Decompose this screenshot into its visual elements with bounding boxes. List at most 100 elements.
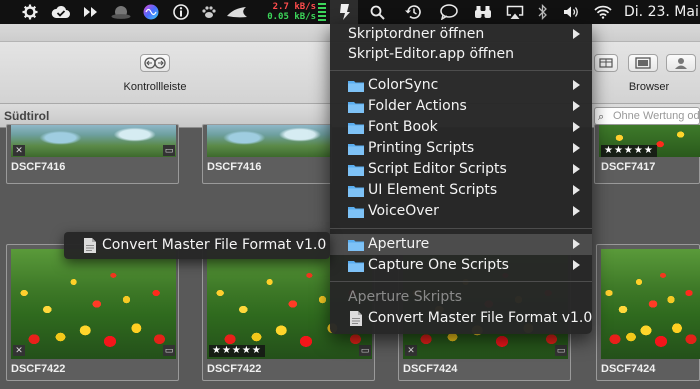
grid-view-icon: [599, 58, 613, 68]
reject-icon: ✕: [405, 345, 417, 356]
binoculars-icon[interactable]: [470, 0, 496, 24]
menu-separator: [330, 281, 592, 282]
menu-item-voiceover[interactable]: VoiceOver: [330, 201, 592, 222]
menu-separator: [330, 228, 592, 229]
time-machine-icon[interactable]: [400, 0, 426, 24]
folder-icon: [348, 240, 364, 251]
kontrollleiste-button[interactable]: [140, 54, 170, 72]
submenu-arrow-icon: [573, 260, 580, 270]
menu-item-colorsync[interactable]: ColorSync: [330, 75, 592, 96]
menu-item-label: Script Editor Scripts: [368, 161, 507, 177]
volume-icon[interactable]: [560, 0, 584, 24]
folder-icon: [348, 261, 364, 272]
thumbnail-caption: DSCF7416: [207, 161, 262, 173]
network-monitor[interactable]: 2.7 kB/s 0.05 kB/s: [262, 2, 316, 22]
people-button[interactable]: [666, 54, 696, 72]
thumbnail[interactable]: DSCF7416: [202, 124, 332, 184]
folder-icon: [348, 123, 364, 134]
folder-icon: [348, 144, 364, 155]
menu-item-printing-scripts[interactable]: Printing Scripts: [330, 138, 592, 159]
menu-item-open-script-editor[interactable]: Skript-Editor.app öffnen: [330, 44, 592, 65]
menu-item-aperture[interactable]: Aperture: [330, 234, 592, 255]
folder-icon: [348, 186, 364, 197]
reject-icon: ✕: [13, 145, 25, 156]
menu-item-ui-element-scripts[interactable]: UI Element Scripts: [330, 180, 592, 201]
wifi-icon[interactable]: [590, 0, 616, 24]
bluetooth-icon[interactable]: [532, 0, 554, 24]
search-icon[interactable]: [364, 0, 390, 24]
menu-item-label: Convert Master File Format v1.0: [368, 310, 593, 326]
thumbnail[interactable]: ✕ ▭ DSCF7422: [6, 244, 179, 381]
script-document-icon: [84, 238, 96, 253]
submenu-arrow-icon: [573, 29, 580, 39]
script-document-icon: [350, 311, 362, 326]
submenu-item-label: Convert Master File Format v1.0: [102, 237, 327, 253]
menu-item-label: Font Book: [368, 119, 438, 135]
aperture-submenu: Convert Master File Format v1.0: [64, 232, 330, 259]
thumbnail[interactable]: ★★★★★ DSCF7417: [594, 124, 700, 184]
thumbnail[interactable]: DSCF7424: [596, 244, 700, 381]
submenu-arrow-icon: [573, 122, 580, 132]
menu-item-label: Aperture: [368, 236, 430, 252]
menu-item-script-editor-scripts[interactable]: Script Editor Scripts: [330, 159, 592, 180]
submenu-arrow-icon: [573, 80, 580, 90]
reject-icon: ✕: [13, 345, 25, 356]
menu-item-label: Folder Actions: [368, 98, 467, 114]
adjust-icon: ▭: [555, 345, 567, 356]
menu-item-label: Skriptordner öffnen: [348, 26, 485, 42]
net-download: 0.05 kB/s: [267, 12, 316, 22]
photo-image: [601, 249, 700, 359]
thumbnail-caption: DSCF7424: [403, 363, 458, 375]
submenu-arrow-icon: [573, 185, 580, 195]
menu-item-folder-actions[interactable]: Folder Actions: [330, 96, 592, 117]
paw-icon[interactable]: [198, 0, 220, 24]
person-icon: [675, 58, 687, 69]
script-menu: Skriptordner öffnen Skript-Editor.app öf…: [330, 24, 592, 334]
photo-image: [207, 125, 331, 157]
siri-icon[interactable]: [140, 0, 162, 24]
back-forward-icon: [144, 57, 166, 69]
cpu-meter-icon[interactable]: [316, 0, 328, 24]
thumbnail-caption: DSCF7422: [207, 363, 262, 375]
kontrollleiste-label: Kontrollleiste: [123, 81, 187, 93]
sleep-icon[interactable]: [224, 0, 250, 24]
folder-icon: [348, 207, 364, 218]
thumbnail[interactable]: ✕ ▭ DSCF7416: [6, 124, 179, 184]
clock[interactable]: Di. 23. Mai: [624, 0, 699, 24]
view-viewer-button[interactable]: [628, 54, 658, 72]
menu-item-font-book[interactable]: Font Book: [330, 117, 592, 138]
menu-item-label: Capture One Scripts: [368, 257, 509, 273]
thumbnail-caption: DSCF7422: [11, 363, 66, 375]
adjust-icon: ▭: [163, 345, 175, 356]
breadcrumb[interactable]: Südtirol: [4, 109, 49, 123]
filter-search-field[interactable]: ⌕ Ohne Wertung oder: [594, 107, 700, 125]
submenu-arrow-icon: [573, 239, 580, 249]
cloud-check-icon[interactable]: [48, 0, 74, 24]
menu-item-convert-master-file-format[interactable]: Convert Master File Format v1.0: [330, 308, 592, 329]
bowler-hat-icon[interactable]: [108, 0, 134, 24]
double-chevron-icon[interactable]: [80, 0, 102, 24]
menu-section-header: Aperture Skripts: [348, 289, 463, 305]
message-icon[interactable]: [436, 0, 462, 24]
photo-image: [11, 249, 176, 359]
submenu-arrow-icon: [573, 206, 580, 216]
folder-icon: [348, 102, 364, 113]
airplay-icon[interactable]: [502, 0, 528, 24]
info-icon[interactable]: [170, 0, 192, 24]
submenu-arrow-icon: [573, 143, 580, 153]
script-icon[interactable]: [330, 0, 358, 24]
browser-label: Browser: [628, 81, 670, 93]
thumbnail-caption: DSCF7417: [601, 161, 656, 173]
menu-item-open-script-folder[interactable]: Skriptordner öffnen: [330, 24, 592, 45]
gear-icon[interactable]: [18, 0, 42, 24]
menu-item-capture-one-scripts[interactable]: Capture One Scripts: [330, 255, 592, 276]
submenu-item-convert-master-file-format[interactable]: Convert Master File Format v1.0: [64, 235, 330, 256]
viewer-icon: [635, 57, 651, 69]
submenu-arrow-icon: [573, 101, 580, 111]
search-icon: ⌕: [598, 111, 605, 123]
thumbnail-caption: DSCF7416: [11, 161, 66, 173]
rating-stars: ★★★★★: [601, 145, 657, 157]
search-placeholder: Ohne Wertung oder: [613, 110, 700, 122]
view-grid-button[interactable]: [594, 54, 618, 72]
menu-item-label: ColorSync: [368, 77, 439, 93]
